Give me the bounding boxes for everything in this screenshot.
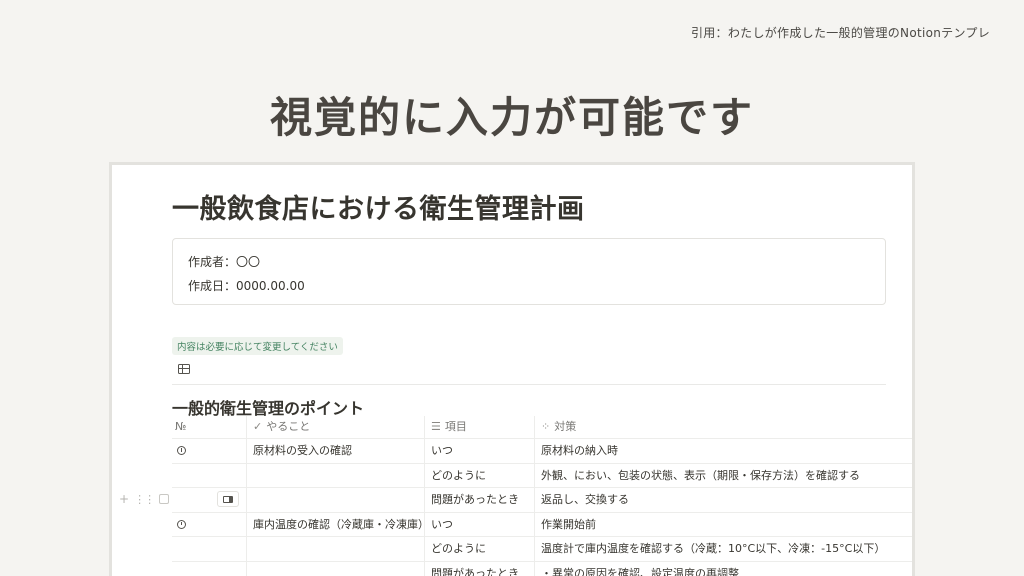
drag-handle-icon[interactable]: ⋮⋮ bbox=[134, 493, 155, 506]
measure-cell[interactable]: 作業開始前 bbox=[534, 512, 912, 536]
add-row-icon[interactable]: + bbox=[119, 492, 129, 506]
author-text: 作成者：〇〇 bbox=[188, 255, 261, 269]
table-row[interactable]: 問題があったとき ・異常の原因を確認、設定温度の再調整 bbox=[172, 561, 912, 576]
table-view-icon[interactable] bbox=[178, 364, 190, 374]
number-icon bbox=[177, 446, 186, 455]
database-table: № ✓ やること ☰ 項目 ⁘ 対策 原材料の受入の確認 いつ 原材料の納入時 どのよ… bbox=[172, 416, 912, 576]
number-cell[interactable] bbox=[172, 537, 246, 561]
table-row[interactable]: 問題があったとき 返品し、交換する bbox=[172, 488, 912, 513]
measure-cell[interactable]: 温度計で庫内温度を確認する（冷蔵：10°C以下、冷凍：-15°C以下） bbox=[534, 537, 912, 561]
number-cell[interactable] bbox=[172, 562, 246, 576]
measure-cell[interactable]: 返品し、交換する bbox=[534, 488, 912, 512]
loading-icon: ⁘ bbox=[541, 420, 551, 433]
todo-cell[interactable]: 原材料の受入の確認 bbox=[246, 439, 424, 463]
todo-cell[interactable] bbox=[246, 463, 424, 487]
divider bbox=[172, 384, 886, 385]
note-badge: 内容は必要に応じて変更してください bbox=[172, 337, 343, 355]
open-row-button[interactable] bbox=[217, 491, 239, 507]
list-icon: ☰ bbox=[431, 420, 441, 433]
item-cell[interactable]: 問題があったとき bbox=[424, 488, 534, 512]
todo-cell[interactable] bbox=[246, 537, 424, 561]
date-text: 作成日：0000.00.00 bbox=[188, 279, 305, 293]
number-cell[interactable] bbox=[172, 439, 246, 463]
todo-cell[interactable] bbox=[246, 561, 424, 576]
item-cell[interactable]: 問題があったとき bbox=[424, 561, 534, 576]
table-row[interactable]: どのように 外観、におい、包装の状態、表示（期限・保存方法）を確認する bbox=[172, 463, 912, 488]
measure-cell[interactable]: ・異常の原因を確認、設定温度の再調整 bbox=[534, 561, 912, 576]
table-header-row: № ✓ やること ☰ 項目 ⁘ 対策 bbox=[172, 416, 912, 439]
item-cell[interactable]: どのように bbox=[424, 463, 534, 487]
item-cell[interactable]: いつ bbox=[424, 439, 534, 463]
open-side-peek-icon bbox=[223, 495, 233, 503]
column-header-label: やること bbox=[266, 420, 311, 433]
number-icon bbox=[177, 519, 186, 529]
check-icon: ✓ bbox=[253, 420, 263, 433]
column-header-number[interactable]: № bbox=[172, 416, 246, 438]
measure-cell[interactable]: 外観、におい、包装の状態、表示（期限・保存方法）を確認する bbox=[534, 463, 912, 487]
number-cell[interactable] bbox=[172, 464, 246, 488]
column-header-label: 対策 bbox=[554, 420, 577, 433]
slide-title: 視覚的に入力が可能です bbox=[269, 93, 754, 142]
item-cell[interactable]: いつ bbox=[424, 512, 534, 536]
todo-cell[interactable]: 庫内温度の確認（冷蔵庫・冷凍庫） bbox=[246, 512, 424, 536]
column-header-item[interactable]: ☰ 項目 bbox=[424, 416, 534, 438]
todo-cell[interactable] bbox=[246, 488, 424, 512]
notion-page-frame: 一般飲食店における衛生管理計画 作成者：〇〇 作成日：0000.00.00 内容… bbox=[109, 162, 915, 576]
column-header-todo[interactable]: ✓ やること bbox=[246, 416, 424, 438]
column-header-measure[interactable]: ⁘ 対策 bbox=[534, 416, 912, 438]
measure-cell[interactable]: 原材料の納入時 bbox=[534, 439, 912, 463]
table-row[interactable]: 原材料の受入の確認 いつ 原材料の納入時 bbox=[172, 439, 912, 464]
citation-text: 引用：わたしが作成した一般的管理のNotionテンプレ bbox=[690, 26, 990, 40]
row-controls: + ⋮⋮ bbox=[119, 492, 170, 506]
table-row[interactable]: 庫内温度の確認（冷蔵庫・冷凍庫） いつ 作業開始前 bbox=[172, 512, 912, 537]
number-cell[interactable] bbox=[172, 513, 246, 537]
info-callout[interactable]: 作成者：〇〇 作成日：0000.00.00 bbox=[172, 238, 886, 305]
row-select-checkbox[interactable] bbox=[159, 494, 170, 504]
item-cell[interactable]: どのように bbox=[424, 537, 534, 561]
column-header-label: 項目 bbox=[444, 420, 467, 433]
page-title[interactable]: 一般飲食店における衛生管理計画 bbox=[172, 187, 585, 226]
table-row[interactable]: どのように 温度計で庫内温度を確認する（冷蔵：10°C以下、冷凍：-15°C以下… bbox=[172, 537, 912, 562]
column-header-label: № bbox=[175, 420, 187, 433]
